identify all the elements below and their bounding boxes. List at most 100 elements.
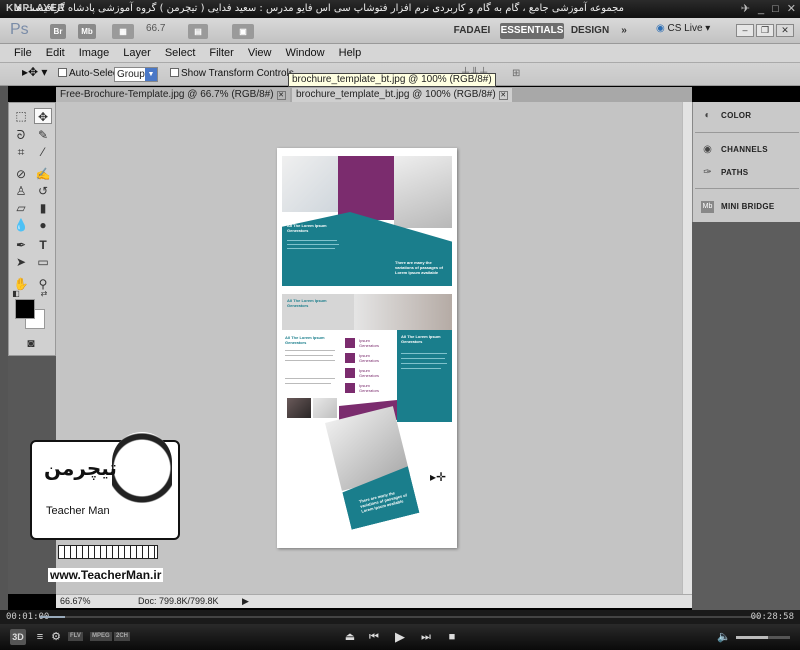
moved-layer[interactable]: There are many the variations of passage… xyxy=(325,406,420,530)
crop-tool-icon[interactable]: ⌗ xyxy=(12,144,30,160)
clone-stamp-tool-icon[interactable]: ♙ xyxy=(12,183,30,199)
close-icon[interactable]: ✕ xyxy=(787,2,796,16)
menu-filter[interactable]: Filter xyxy=(209,44,241,62)
menu-icon[interactable]: ≡ xyxy=(32,629,48,645)
move-cursor-icon: ▸✛ xyxy=(430,470,447,484)
tab-label: Free-Brochure-Template.jpg @ 66.7% (RGB/… xyxy=(60,89,274,100)
vertical-scrollbar[interactable] xyxy=(682,102,692,594)
status-zoom[interactable]: 66.67% xyxy=(60,595,91,608)
status-menu-icon[interactable]: ▶ xyxy=(242,595,249,608)
panel-mini-bridge[interactable]: Mb MINI BRIDGE xyxy=(693,197,800,217)
menu-select[interactable]: Select xyxy=(165,44,204,62)
menu-help[interactable]: Help xyxy=(339,44,370,62)
eyedropper-tool-icon[interactable]: ⁄ xyxy=(34,144,52,160)
panel-label: MINI BRIDGE xyxy=(721,202,775,211)
gradient-tool-icon[interactable]: ▮ xyxy=(34,200,52,216)
stop-icon[interactable]: ■ xyxy=(444,629,460,645)
app-minimize-icon[interactable]: – xyxy=(736,24,754,37)
marquee-tool-icon[interactable]: ⬚ xyxy=(12,108,30,124)
text-line xyxy=(285,360,335,361)
bridge-button[interactable]: Br xyxy=(50,24,66,39)
cs-live-icon: ◉ xyxy=(656,23,665,34)
eraser-tool-icon[interactable]: ▱ xyxy=(12,200,30,216)
arrange-documents-icon[interactable]: ▤ xyxy=(188,24,208,39)
eject-icon[interactable]: ⏏ xyxy=(342,629,358,645)
thumbnail-photo xyxy=(313,398,337,418)
settings-icon[interactable]: ⚙ xyxy=(48,629,64,645)
panel-color[interactable]: ◐ COLOR xyxy=(693,106,800,126)
menu-image[interactable]: Image xyxy=(79,44,118,62)
workspace-fadaei[interactable]: FADAEI xyxy=(452,23,492,39)
close-icon[interactable]: ✕ xyxy=(498,91,508,100)
channels-icon: ◉ xyxy=(703,144,712,155)
zoom-level[interactable]: 66.7 xyxy=(146,23,182,34)
previous-icon[interactable]: ⏮ xyxy=(366,629,382,645)
move-tool-icon[interactable]: ✥ xyxy=(34,108,52,124)
text-line xyxy=(285,350,335,351)
tab-label: brochure_template_bt.jpg @ 100% (RGB/8#) xyxy=(296,89,496,100)
brush-tool-icon[interactable]: ✍ xyxy=(34,166,52,182)
dodge-tool-icon[interactable]: ● xyxy=(34,217,52,233)
screen-mode-icon[interactable]: ▣ xyxy=(232,24,254,39)
panel-channels[interactable]: ◉ CHANNELS xyxy=(693,140,800,160)
play-icon[interactable]: ▶ xyxy=(392,629,408,645)
minimize-icon[interactable]: _ xyxy=(758,2,764,16)
volume-slider[interactable] xyxy=(736,636,790,639)
volume-icon[interactable]: 🔈 xyxy=(716,629,732,645)
app-restore-icon[interactable]: ❐ xyxy=(756,24,774,37)
workspace-design[interactable]: DESIGN xyxy=(570,23,610,39)
healing-brush-tool-icon[interactable]: ⊘ xyxy=(12,166,30,182)
3d-badge[interactable]: 3D xyxy=(10,629,26,645)
app-close-icon[interactable]: ✕ xyxy=(776,24,794,37)
quick-selection-tool-icon[interactable]: ✎ xyxy=(34,127,52,143)
pin-icon[interactable]: ✈ xyxy=(741,2,750,16)
menu-view[interactable]: View xyxy=(248,44,280,62)
path-selection-tool-icon[interactable]: ➤ xyxy=(12,254,30,270)
foreground-color-swatch[interactable] xyxy=(15,299,35,319)
blur-tool-icon[interactable]: 💧 xyxy=(12,217,30,233)
menu-layer[interactable]: Layer xyxy=(123,44,159,62)
text-line xyxy=(401,358,445,359)
tab-tooltip: brochure_template_bt.jpg @ 100% (RGB/8#) xyxy=(288,73,496,87)
menu-edit[interactable]: Edit xyxy=(46,44,73,62)
business-people-photo xyxy=(354,294,452,330)
tab-brochure-template-bt[interactable]: brochure_template_bt.jpg @ 100% (RGB/8#)… xyxy=(292,88,512,102)
default-colors-icon[interactable]: ◧ xyxy=(11,289,21,299)
auto-align-icon[interactable]: ⊞ xyxy=(512,68,520,79)
move-tool-preset-icon[interactable]: ▸✥ ▾ xyxy=(22,65,47,79)
more-workspaces-icon[interactable]: » xyxy=(616,23,632,39)
mini-bridge-button[interactable]: Mb xyxy=(78,24,96,39)
menu-file[interactable]: File xyxy=(14,44,40,62)
text-line xyxy=(401,353,447,354)
player-seek-bar[interactable]: 00:01:00 00:28:58 xyxy=(0,610,800,624)
type-tool-icon[interactable]: T xyxy=(34,237,52,253)
maximize-icon[interactable]: □ xyxy=(772,2,779,16)
tab-free-brochure-template[interactable]: Free-Brochure-Template.jpg @ 66.7% (RGB/… xyxy=(56,88,290,102)
volume-level xyxy=(736,636,769,639)
player-title-bar: KMPLAYER مجموعه آموزشی جامع ، گام به گام… xyxy=(0,0,800,18)
swap-colors-icon[interactable]: ⇄ xyxy=(39,289,49,299)
next-icon[interactable]: ⏭ xyxy=(418,629,434,645)
show-transform-checkbox[interactable]: Show Transform Controls xyxy=(170,68,294,79)
quick-mask-icon[interactable]: ◙ xyxy=(22,335,40,351)
teacherman-logo-en: Teacher Man xyxy=(46,505,110,517)
shape-tool-icon[interactable]: ▭ xyxy=(34,254,52,270)
team-photo xyxy=(282,156,338,212)
teacherman-url: www.TeacherMan.ir xyxy=(48,568,164,582)
pen-tool-icon[interactable]: ✒ xyxy=(12,237,30,253)
format-badge: FLV xyxy=(68,632,83,641)
tools-panel: ⬚ ✥ ᘐ ✎ ⌗ ⁄ ⊘ ✍ ♙ ↺ ▱ ▮ 💧 ● ✒ T ➤ ▭ ✋ ⚲ … xyxy=(8,102,56,356)
cs-live-button[interactable]: ◉ CS Live ▾ xyxy=(656,23,710,34)
color-icon: ◐ xyxy=(704,110,711,121)
workspace-essentials[interactable]: ESSENTIALS xyxy=(500,23,564,39)
auto-select-dropdown[interactable]: Group ▼ xyxy=(114,67,158,82)
close-icon[interactable]: ✕ xyxy=(276,91,286,100)
text-line xyxy=(287,248,335,249)
view-extras-icon[interactable]: ▦ xyxy=(112,24,134,39)
seek-track[interactable] xyxy=(40,616,760,618)
lasso-tool-icon[interactable]: ᘐ xyxy=(12,127,30,143)
panel-paths[interactable]: ✑ PATHS xyxy=(693,163,800,183)
history-brush-tool-icon[interactable]: ↺ xyxy=(34,183,52,199)
menu-window[interactable]: Window xyxy=(286,44,333,62)
brochure-document[interactable]: All The Lorem Ipsum Generators There are… xyxy=(277,148,457,548)
